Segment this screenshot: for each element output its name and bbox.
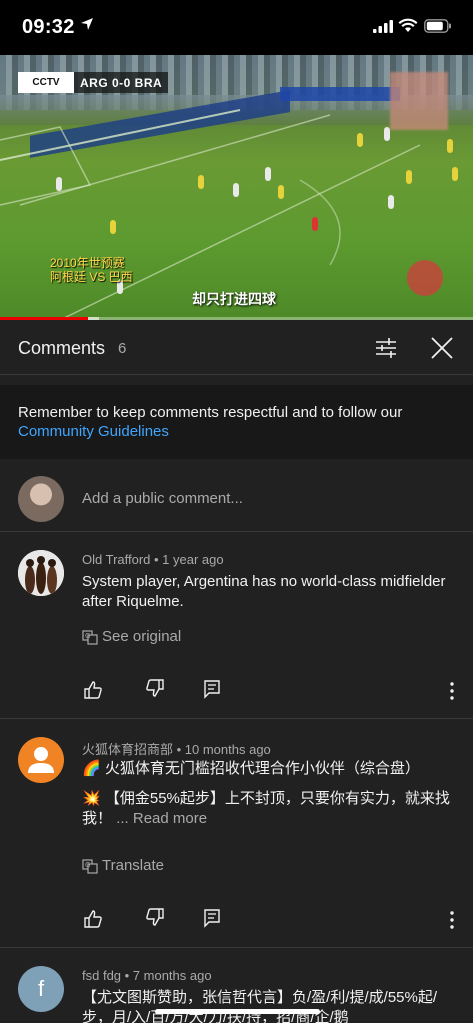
default-person-icon xyxy=(28,747,54,773)
wifi-icon xyxy=(398,18,418,32)
svg-text:G: G xyxy=(85,861,90,869)
video-subtitle: 却只打进四球 xyxy=(192,291,276,307)
scoreboard: CCTV ARG 0-0 BRA xyxy=(18,72,169,93)
reply-icon[interactable] xyxy=(201,907,223,929)
player xyxy=(406,170,412,184)
match-caption-line: 2010年世预赛 xyxy=(50,256,125,270)
player xyxy=(278,185,284,199)
add-comment-input[interactable]: Add a public comment... xyxy=(82,490,243,507)
more-options-icon[interactable] xyxy=(444,909,460,931)
player xyxy=(110,220,116,234)
collision-emoji: 💥 xyxy=(82,790,101,807)
player xyxy=(198,175,204,189)
commenter-avatar[interactable] xyxy=(18,737,64,783)
comment-text: System player, Argentina has no world-cl… xyxy=(82,573,446,610)
comments-header: Comments 6 xyxy=(0,320,473,375)
see-original-label: See original xyxy=(102,628,182,645)
comment-line: 💥 【佣金55%起步】上不封顶，只要你有实力，就来找我！ ... Read mo… xyxy=(82,789,462,829)
like-icon[interactable] xyxy=(82,679,104,701)
translate-button[interactable]: G Translate xyxy=(82,857,164,874)
dislike-icon[interactable] xyxy=(144,677,166,699)
home-indicator[interactable] xyxy=(155,1009,320,1014)
add-comment-row[interactable]: Add a public comment... xyxy=(0,468,473,532)
comment-text: 🌈 火狐体育无门槛招收代理合作小伙伴（综合盘） 💥 【佣金55%起步】上不封顶，… xyxy=(82,759,462,829)
translate-label: Translate xyxy=(102,857,164,874)
status-bar: 09:32 xyxy=(0,0,473,55)
broadcaster-logo: CCTV xyxy=(18,72,74,93)
player xyxy=(447,139,453,153)
cellular-signal-icon xyxy=(373,20,393,33)
comments-count: 6 xyxy=(118,340,127,357)
match-caption: 2010年世预赛 阿根廷 VS 巴西 xyxy=(50,256,133,284)
guidelines-text: Remember to keep comments respectful and… xyxy=(18,403,458,441)
close-icon[interactable] xyxy=(428,334,456,362)
commenter-avatar[interactable]: f xyxy=(18,966,64,1012)
player xyxy=(312,217,318,231)
comments-title: Comments xyxy=(18,338,106,358)
comments-panel: Comments 6 Remember to keep comments res… xyxy=(0,320,473,1023)
translate-icon: G xyxy=(82,858,98,874)
rainbow-emoji: 🌈 xyxy=(82,760,101,777)
comment-meta: 火狐体育招商部 • 10 months ago xyxy=(82,742,271,757)
community-guidelines-notice: Remember to keep comments respectful and… xyxy=(0,385,473,459)
avatar-letter: f xyxy=(37,976,45,1001)
video-player[interactable]: CCTV ARG 0-0 BRA 2010年世预赛 阿根廷 VS 巴西 却只打进… xyxy=(0,55,473,320)
reply-icon[interactable] xyxy=(201,678,223,700)
battery-icon xyxy=(424,19,451,33)
comment-meta: Old Trafford • 1 year ago xyxy=(82,552,224,567)
scoreboard-text: ARG 0-0 BRA xyxy=(80,75,163,90)
dislike-icon[interactable] xyxy=(144,906,166,928)
like-icon[interactable] xyxy=(82,908,104,930)
community-guidelines-link[interactable]: Community Guidelines xyxy=(18,423,169,440)
player xyxy=(388,195,394,209)
status-time: 09:32 xyxy=(22,16,75,38)
comment-line: 🌈 火狐体育无门槛招收代理合作小伙伴（综合盘） xyxy=(82,759,462,779)
guidelines-message: Remember to keep comments respectful and… xyxy=(18,404,403,421)
comment-item: Old Trafford • 1 year ago System player,… xyxy=(0,532,473,719)
comment-line-text: 火狐体育无门槛招收代理合作小伙伴（综合盘） xyxy=(104,760,420,777)
location-arrow-icon xyxy=(81,18,93,30)
comment-item: 火狐体育招商部 • 10 months ago 🌈 火狐体育无门槛招收代理合作小… xyxy=(0,719,473,948)
match-caption-line: 阿根廷 VS 巴西 xyxy=(50,270,133,284)
channel-watermark xyxy=(407,260,443,296)
see-original-button[interactable]: G See original xyxy=(82,628,181,645)
commenter-avatar[interactable] xyxy=(18,550,64,596)
svg-text:G: G xyxy=(85,632,90,640)
comment-meta: fsd fdg • 7 months ago xyxy=(82,968,212,983)
read-more-link[interactable]: ... Read more xyxy=(116,810,207,827)
sort-filter-icon[interactable] xyxy=(372,334,400,362)
blurred-overlay xyxy=(390,72,448,130)
user-avatar xyxy=(18,476,64,522)
players-photo-icon xyxy=(18,550,64,596)
more-options-icon[interactable] xyxy=(444,680,460,702)
player xyxy=(452,167,458,181)
player xyxy=(233,183,239,197)
player xyxy=(56,177,62,191)
player xyxy=(357,133,363,147)
player xyxy=(265,167,271,181)
translate-icon: G xyxy=(82,629,98,645)
comment-text: 【尤文图斯赞助，张信哲代言】负/盈/利/提/成/55%起/步，月/入/百/万/大… xyxy=(82,989,438,1023)
